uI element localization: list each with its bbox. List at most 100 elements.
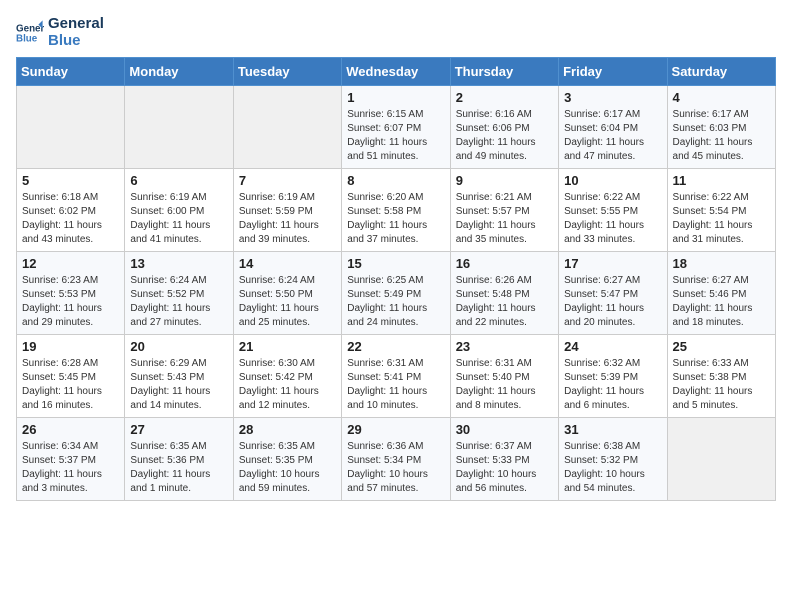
day-number: 13: [130, 256, 227, 271]
day-info: Sunrise: 6:22 AM Sunset: 5:54 PM Dayligh…: [673, 191, 770, 247]
day-info: Sunrise: 6:17 AM Sunset: 6:04 PM Dayligh…: [564, 108, 661, 164]
calendar-cell: 2 Sunrise: 6:16 AM Sunset: 6:06 PM Daylig…: [450, 86, 558, 169]
day-info: Sunrise: 6:38 AM Sunset: 5:32 PM Dayligh…: [564, 440, 661, 496]
day-info: Sunrise: 6:24 AM Sunset: 5:50 PM Dayligh…: [239, 274, 336, 330]
calendar-cell: 22Sunrise: 6:31 AM Sunset: 5:41 PM Dayli…: [342, 335, 450, 418]
day-number: 7: [239, 173, 336, 188]
day-info: Sunrise: 6:29 AM Sunset: 5:43 PM Dayligh…: [130, 357, 227, 413]
day-number: 11: [673, 173, 770, 188]
day-info: Sunrise: 6:35 AM Sunset: 5:35 PM Dayligh…: [239, 440, 336, 496]
day-info: Sunrise: 6:25 AM Sunset: 5:49 PM Dayligh…: [347, 274, 444, 330]
day-number: 22: [347, 339, 444, 354]
header-day-wednesday: Wednesday: [342, 58, 450, 86]
day-number: 3: [564, 90, 661, 105]
week-row-1: 1 Sunrise: 6:15 AM Sunset: 6:07 PM Daylig…: [17, 86, 776, 169]
calendar-cell: 15 Sunrise: 6:25 AM Sunset: 5:49 PM Dayli…: [342, 252, 450, 335]
day-info: Sunrise: 6:32 AM Sunset: 5:39 PM Dayligh…: [564, 357, 661, 413]
day-number: 23: [456, 339, 553, 354]
header-day-sunday: Sunday: [17, 58, 125, 86]
day-number: 19: [22, 339, 119, 354]
day-number: 28: [239, 422, 336, 437]
day-number: 26: [22, 422, 119, 437]
day-number: 12: [22, 256, 119, 271]
calendar-cell: [125, 86, 233, 169]
header: General Blue General Blue: [16, 16, 776, 49]
day-info: Sunrise: 6:30 AM Sunset: 5:42 PM Dayligh…: [239, 357, 336, 413]
day-info: Sunrise: 6:16 AM Sunset: 6:06 PM Dayligh…: [456, 108, 553, 164]
day-number: 24: [564, 339, 661, 354]
calendar-cell: 14 Sunrise: 6:24 AM Sunset: 5:50 PM Dayli…: [233, 252, 341, 335]
calendar-cell: 5 Sunrise: 6:18 AM Sunset: 6:02 PM Daylig…: [17, 169, 125, 252]
calendar-cell: 21Sunrise: 6:30 AM Sunset: 5:42 PM Dayli…: [233, 335, 341, 418]
day-number: 30: [456, 422, 553, 437]
day-info: Sunrise: 6:24 AM Sunset: 5:52 PM Dayligh…: [130, 274, 227, 330]
logo-icon: General Blue: [16, 19, 44, 47]
day-number: 15: [347, 256, 444, 271]
week-row-3: 12 Sunrise: 6:23 AM Sunset: 5:53 PM Dayli…: [17, 252, 776, 335]
calendar-cell: 30Sunrise: 6:37 AM Sunset: 5:33 PM Dayli…: [450, 418, 558, 501]
logo-general: General: [48, 16, 104, 33]
week-row-2: 5 Sunrise: 6:18 AM Sunset: 6:02 PM Daylig…: [17, 169, 776, 252]
calendar-cell: 26 Sunrise: 6:34 AM Sunset: 5:37 PM Dayli…: [17, 418, 125, 501]
calendar-cell: 7 Sunrise: 6:19 AM Sunset: 5:59 PM Daylig…: [233, 169, 341, 252]
header-day-friday: Friday: [559, 58, 667, 86]
calendar-cell: 25Sunrise: 6:33 AM Sunset: 5:38 PM Dayli…: [667, 335, 775, 418]
day-info: Sunrise: 6:19 AM Sunset: 6:00 PM Dayligh…: [130, 191, 227, 247]
day-number: 20: [130, 339, 227, 354]
header-row: SundayMondayTuesdayWednesdayThursdayFrid…: [17, 58, 776, 86]
day-info: Sunrise: 6:34 AM Sunset: 5:37 PM Dayligh…: [22, 440, 119, 496]
calendar-cell: 28 Sunrise: 6:35 AM Sunset: 5:35 PM Dayli…: [233, 418, 341, 501]
day-info: Sunrise: 6:19 AM Sunset: 5:59 PM Dayligh…: [239, 191, 336, 247]
day-number: 8: [347, 173, 444, 188]
header-day-tuesday: Tuesday: [233, 58, 341, 86]
calendar-cell: 13 Sunrise: 6:24 AM Sunset: 5:52 PM Dayli…: [125, 252, 233, 335]
calendar-cell: 6Sunrise: 6:19 AM Sunset: 6:00 PM Daylig…: [125, 169, 233, 252]
day-number: 2: [456, 90, 553, 105]
calendar-cell: 1 Sunrise: 6:15 AM Sunset: 6:07 PM Daylig…: [342, 86, 450, 169]
header-day-monday: Monday: [125, 58, 233, 86]
day-number: 29: [347, 422, 444, 437]
calendar-cell: 8 Sunrise: 6:20 AM Sunset: 5:58 PM Daylig…: [342, 169, 450, 252]
day-number: 1: [347, 90, 444, 105]
day-info: Sunrise: 6:23 AM Sunset: 5:53 PM Dayligh…: [22, 274, 119, 330]
calendar-cell: 3 Sunrise: 6:17 AM Sunset: 6:04 PM Daylig…: [559, 86, 667, 169]
week-row-4: 19Sunrise: 6:28 AM Sunset: 5:45 PM Dayli…: [17, 335, 776, 418]
header-day-thursday: Thursday: [450, 58, 558, 86]
day-number: 18: [673, 256, 770, 271]
day-number: 5: [22, 173, 119, 188]
day-number: 27: [130, 422, 227, 437]
logo-blue: Blue: [48, 33, 104, 50]
calendar-cell: [667, 418, 775, 501]
day-info: Sunrise: 6:27 AM Sunset: 5:47 PM Dayligh…: [564, 274, 661, 330]
day-info: Sunrise: 6:17 AM Sunset: 6:03 PM Dayligh…: [673, 108, 770, 164]
day-info: Sunrise: 6:27 AM Sunset: 5:46 PM Dayligh…: [673, 274, 770, 330]
day-number: 10: [564, 173, 661, 188]
calendar-cell: 31Sunrise: 6:38 AM Sunset: 5:32 PM Dayli…: [559, 418, 667, 501]
logo: General Blue General Blue: [16, 16, 104, 49]
calendar-cell: [233, 86, 341, 169]
day-info: Sunrise: 6:26 AM Sunset: 5:48 PM Dayligh…: [456, 274, 553, 330]
day-info: Sunrise: 6:15 AM Sunset: 6:07 PM Dayligh…: [347, 108, 444, 164]
day-info: Sunrise: 6:36 AM Sunset: 5:34 PM Dayligh…: [347, 440, 444, 496]
calendar-cell: 20 Sunrise: 6:29 AM Sunset: 5:43 PM Dayli…: [125, 335, 233, 418]
day-info: Sunrise: 6:31 AM Sunset: 5:40 PM Dayligh…: [456, 357, 553, 413]
week-row-5: 26 Sunrise: 6:34 AM Sunset: 5:37 PM Dayli…: [17, 418, 776, 501]
day-info: Sunrise: 6:22 AM Sunset: 5:55 PM Dayligh…: [564, 191, 661, 247]
day-number: 17: [564, 256, 661, 271]
day-number: 9: [456, 173, 553, 188]
day-number: 25: [673, 339, 770, 354]
day-info: Sunrise: 6:18 AM Sunset: 6:02 PM Dayligh…: [22, 191, 119, 247]
calendar-cell: 10 Sunrise: 6:22 AM Sunset: 5:55 PM Dayli…: [559, 169, 667, 252]
calendar-cell: 9Sunrise: 6:21 AM Sunset: 5:57 PM Daylig…: [450, 169, 558, 252]
day-number: 16: [456, 256, 553, 271]
calendar-cell: 16 Sunrise: 6:26 AM Sunset: 5:48 PM Dayli…: [450, 252, 558, 335]
calendar-cell: 23 Sunrise: 6:31 AM Sunset: 5:40 PM Dayli…: [450, 335, 558, 418]
day-number: 14: [239, 256, 336, 271]
calendar-cell: 18 Sunrise: 6:27 AM Sunset: 5:46 PM Dayli…: [667, 252, 775, 335]
header-day-saturday: Saturday: [667, 58, 775, 86]
calendar-cell: 11 Sunrise: 6:22 AM Sunset: 5:54 PM Dayli…: [667, 169, 775, 252]
calendar-cell: 12 Sunrise: 6:23 AM Sunset: 5:53 PM Dayli…: [17, 252, 125, 335]
calendar-cell: 19Sunrise: 6:28 AM Sunset: 5:45 PM Dayli…: [17, 335, 125, 418]
day-info: Sunrise: 6:20 AM Sunset: 5:58 PM Dayligh…: [347, 191, 444, 247]
day-info: Sunrise: 6:35 AM Sunset: 5:36 PM Dayligh…: [130, 440, 227, 496]
